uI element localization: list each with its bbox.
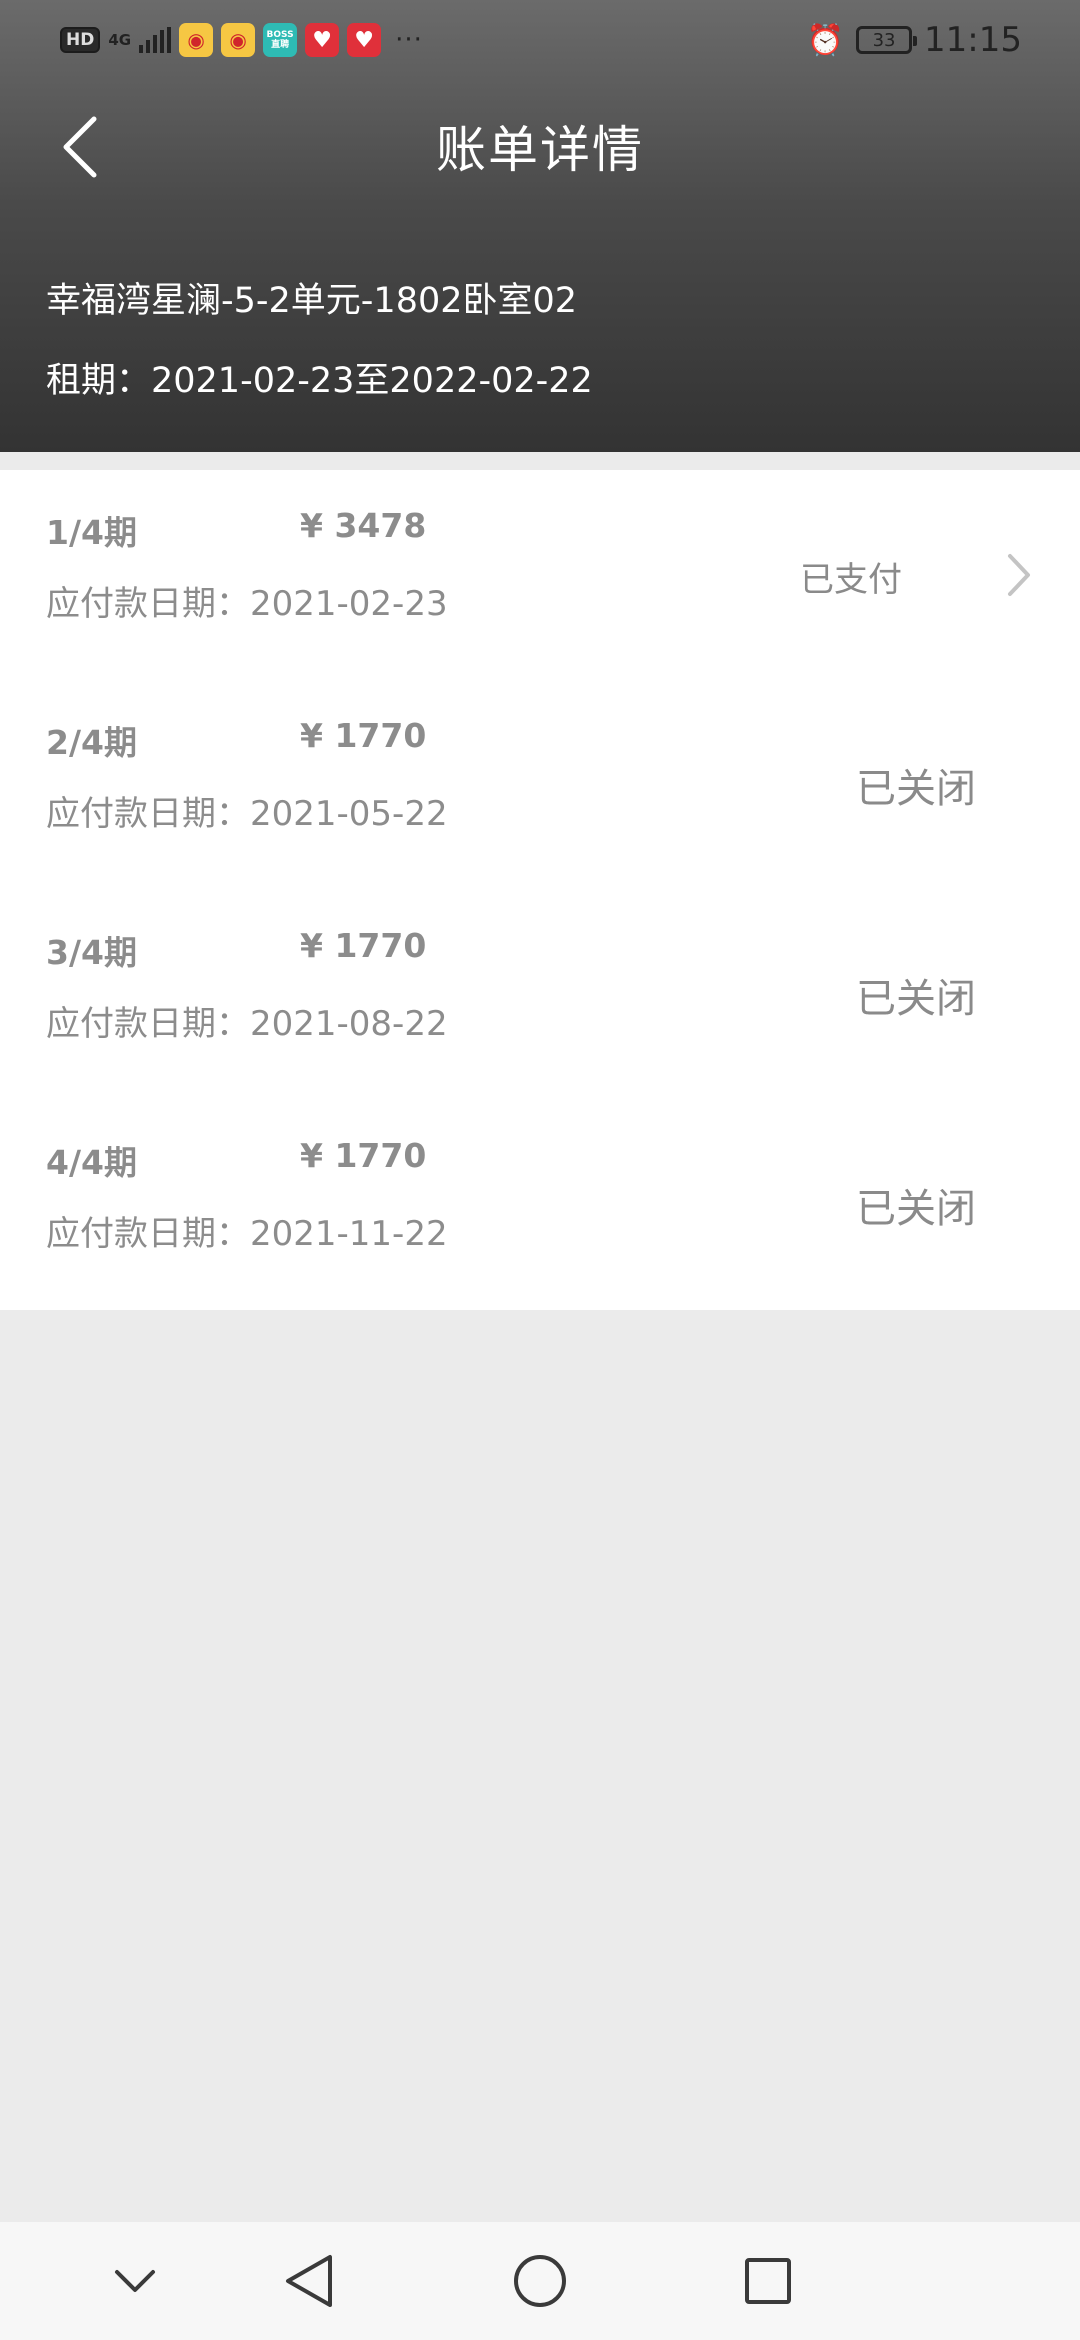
boss-app-icon: BOSS 直聘 — [263, 23, 298, 57]
bill-row-1[interactable]: 1/4期 ¥ 3478 应付款日期：2021-02-23 已支付 — [0, 470, 1080, 680]
room-address: 幸福湾星澜-5-2单元-1802卧室02 — [46, 281, 578, 321]
chevron-right-icon — [1008, 554, 1030, 596]
bill-status: 已关闭 — [856, 1186, 976, 1232]
status-bar: HD 4G ◉ ◉ BOSS 直聘 ♥ ♥ ··· ⏰ 33 11:15 — [0, 0, 1080, 80]
bill-due-date: 应付款日期：2021-02-23 — [46, 584, 448, 624]
clock: 11:15 — [924, 20, 1022, 60]
bill-period: 1/4期 — [46, 513, 137, 552]
page-title: 账单详情 — [436, 121, 644, 179]
heart-app-icon: ♥ — [347, 23, 382, 57]
nav-home-button[interactable] — [505, 2246, 575, 2316]
bill-status: 已关闭 — [856, 766, 976, 812]
bill-amount: ¥ 1770 — [300, 716, 427, 755]
weibo-icon: ◉ — [179, 23, 214, 57]
status-left: HD 4G ◉ ◉ BOSS 直聘 ♥ ♥ ··· — [60, 22, 423, 58]
bill-row-3[interactable]: 3/4期 ¥ 1770 应付款日期：2021-08-22 已关闭 — [0, 890, 1080, 1100]
bill-amount: ¥ 3478 — [300, 506, 427, 545]
weibo-icon: ◉ — [221, 23, 256, 57]
more-notifications-icon: ··· — [395, 25, 423, 55]
system-nav-bar — [0, 2222, 1080, 2340]
bill-status: 已关闭 — [856, 976, 976, 1022]
nav-hide-button[interactable] — [100, 2246, 170, 2316]
triangle-back-icon — [286, 2255, 332, 2307]
square-recent-icon — [745, 2258, 791, 2304]
bill-row-4[interactable]: 4/4期 ¥ 1770 应付款日期：2021-11-22 已关闭 — [0, 1100, 1080, 1310]
lease-period: 租期：2021-02-23至2022-02-22 — [46, 361, 593, 401]
bill-status: 已支付 — [800, 560, 902, 600]
header: HD 4G ◉ ◉ BOSS 直聘 ♥ ♥ ··· ⏰ 33 11:15 账单详… — [0, 0, 1080, 452]
bill-amount: ¥ 1770 — [300, 926, 427, 965]
bill-amount: ¥ 1770 — [300, 1136, 427, 1175]
bill-list: 1/4期 ¥ 3478 应付款日期：2021-02-23 已支付 2/4期 ¥ … — [0, 470, 1080, 1310]
battery-level: 33 — [872, 29, 896, 51]
heart-app-icon: ♥ — [305, 23, 340, 57]
bill-due-date: 应付款日期：2021-08-22 — [46, 1004, 448, 1044]
bill-due-date: 应付款日期：2021-05-22 — [46, 794, 448, 834]
nav-recent-button[interactable] — [733, 2246, 803, 2316]
nav-back-button[interactable] — [274, 2246, 344, 2316]
battery-icon: 33 — [856, 26, 918, 54]
bill-period: 4/4期 — [46, 1143, 137, 1182]
status-right: ⏰ 33 11:15 — [807, 18, 1022, 62]
hd-icon: HD — [60, 27, 101, 53]
bill-row-2[interactable]: 2/4期 ¥ 1770 应付款日期：2021-05-22 已关闭 — [0, 680, 1080, 890]
circle-home-icon — [514, 2255, 566, 2307]
signal-icon — [139, 27, 172, 53]
chevron-down-icon — [115, 2270, 155, 2292]
bill-due-date: 应付款日期：2021-11-22 — [46, 1214, 448, 1254]
bill-period: 2/4期 — [46, 723, 137, 762]
network-label: 4G — [108, 31, 132, 49]
bill-period: 3/4期 — [46, 933, 137, 972]
alarm-icon: ⏰ — [806, 22, 845, 58]
